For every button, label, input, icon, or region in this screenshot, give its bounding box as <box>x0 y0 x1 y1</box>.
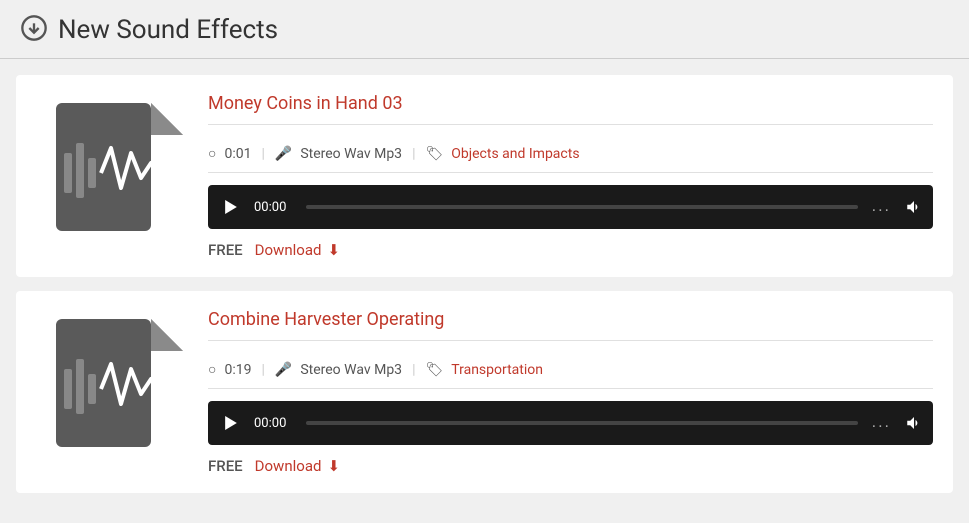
sound-title-1[interactable]: Money Coins in Hand 03 <box>208 93 933 125</box>
sound-title-2[interactable]: Combine Harvester Operating <box>208 309 933 341</box>
sound-info-1: Money Coins in Hand 03 ○ 0:01 | 🎤 Stereo… <box>208 93 933 259</box>
download-row-1: FREE Download ⬇ <box>208 241 933 259</box>
separator-3: | <box>261 362 264 378</box>
page-header: New Sound Effects <box>0 0 969 58</box>
download-label-1: Download <box>255 241 322 259</box>
tag-icon-2: 🏷 <box>425 362 443 378</box>
sound-thumbnail-1 <box>36 93 184 241</box>
sound-meta-1: ○ 0:01 | 🎤 Stereo Wav Mp3 | 🏷 Objects an… <box>208 135 933 173</box>
category-link-1[interactable]: Objects and Impacts <box>451 146 579 162</box>
download-row-2: FREE Download ⬇ <box>208 457 933 475</box>
format-1: Stereo Wav Mp3 <box>300 146 402 162</box>
price-label-1: FREE <box>208 241 243 259</box>
volume-button-1[interactable] <box>905 198 923 216</box>
page-title: New Sound Effects <box>58 15 278 45</box>
progress-bar-1[interactable] <box>306 205 858 209</box>
clock-icon-2: ○ <box>208 361 216 378</box>
more-options-2[interactable]: ... <box>868 414 895 432</box>
sound-card-1: Money Coins in Hand 03 ○ 0:01 | 🎤 Stereo… <box>16 75 953 277</box>
separator-2: | <box>412 146 415 162</box>
more-options-1[interactable]: ... <box>868 198 895 216</box>
separator-1: | <box>261 146 264 162</box>
duration-2: 0:19 <box>224 362 251 378</box>
sound-meta-2: ○ 0:19 | 🎤 Stereo Wav Mp3 | 🏷 Transporta… <box>208 351 933 389</box>
time-display-2: 00:00 <box>254 416 296 431</box>
duration-1: 0:01 <box>224 146 251 162</box>
download-icon-1: ⬇ <box>327 241 340 259</box>
play-button-1[interactable] <box>218 194 244 220</box>
download-link-1[interactable]: Download ⬇ <box>255 241 340 259</box>
volume-button-2[interactable] <box>905 414 923 432</box>
header-divider <box>0 58 969 59</box>
play-button-2[interactable] <box>218 410 244 436</box>
tag-icon-1: 🏷 <box>425 146 443 162</box>
sound-info-2: Combine Harvester Operating ○ 0:19 | 🎤 S… <box>208 309 933 475</box>
progress-bar-2[interactable] <box>306 421 858 425</box>
format-2: Stereo Wav Mp3 <box>300 362 402 378</box>
time-display-1: 00:00 <box>254 200 296 215</box>
audio-player-2: 00:00 ... <box>208 401 933 445</box>
category-link-2[interactable]: Transportation <box>451 362 543 378</box>
mic-icon-1: 🎤 <box>275 146 292 162</box>
download-circle-icon <box>20 14 48 46</box>
sound-card-2: Combine Harvester Operating ○ 0:19 | 🎤 S… <box>16 291 953 493</box>
sounds-list: Money Coins in Hand 03 ○ 0:01 | 🎤 Stereo… <box>0 75 969 493</box>
audio-player-1: 00:00 ... <box>208 185 933 229</box>
download-label-2: Download <box>255 457 322 475</box>
price-label-2: FREE <box>208 457 243 475</box>
clock-icon-1: ○ <box>208 145 216 162</box>
separator-4: | <box>412 362 415 378</box>
download-icon-2: ⬇ <box>327 457 340 475</box>
mic-icon-2: 🎤 <box>275 362 292 378</box>
sound-thumbnail-2 <box>36 309 184 457</box>
download-link-2[interactable]: Download ⬇ <box>255 457 340 475</box>
